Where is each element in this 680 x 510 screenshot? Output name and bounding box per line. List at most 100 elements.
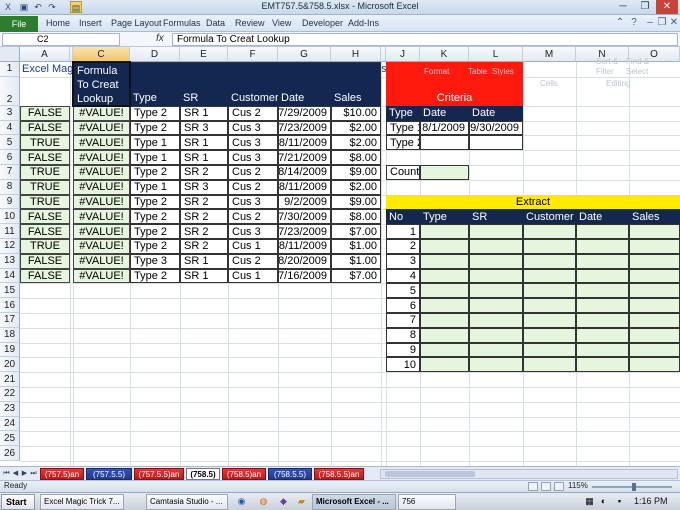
row-header-13[interactable]: 13	[0, 253, 20, 269]
column-header-d[interactable]: D	[130, 47, 180, 62]
normal-view-icon[interactable]	[528, 482, 538, 491]
tab-page-layout[interactable]: Page Layout	[111, 18, 162, 28]
cell-customer[interactable]: Cus 2	[228, 105, 278, 121]
extract-cell[interactable]	[629, 327, 680, 343]
tab-view[interactable]: View	[272, 18, 291, 28]
extract-title[interactable]: Extract	[386, 194, 680, 210]
cell-type[interactable]: Type 1	[130, 150, 180, 165]
cell-sales[interactable]: $10.00	[331, 105, 381, 121]
criteria-header-1[interactable]: Date	[420, 105, 469, 121]
column-header-e[interactable]: E	[180, 47, 228, 62]
extract-cell[interactable]	[523, 327, 576, 343]
table-header-date[interactable]: Date	[278, 76, 331, 106]
extract-cell[interactable]	[420, 239, 469, 254]
row-header-10[interactable]: 10	[0, 209, 20, 225]
cell-helper[interactable]: #VALUE!	[73, 224, 130, 239]
horizontal-scrollbar[interactable]	[380, 469, 678, 479]
extract-cell[interactable]	[469, 283, 523, 299]
cell-type[interactable]: Type 1	[130, 135, 180, 151]
task-excel[interactable]: Microsoft Excel - ...	[312, 494, 396, 510]
worksheet-grid[interactable]: A C D E F G H J K L M N O 1 2 3 4 5 6 7 8 9 10 11 12 13 14 15 16 17 18…	[0, 47, 680, 466]
zoom-level[interactable]: 115%	[568, 481, 588, 490]
next-sheet-icon[interactable]: ▶	[20, 469, 29, 479]
extract-header-type[interactable]: Type	[420, 209, 469, 225]
row-header-6[interactable]: 6	[0, 150, 20, 165]
row-header-1[interactable]: 1	[0, 62, 20, 77]
start-button[interactable]: Start	[1, 494, 35, 510]
cell-flag[interactable]: TRUE	[20, 239, 70, 254]
row-header-17[interactable]: 17	[0, 313, 20, 328]
cell-date[interactable]: 8/11/2009	[278, 135, 331, 151]
row-header-5[interactable]: 5	[0, 135, 20, 151]
cell-type[interactable]: Type 2	[130, 224, 180, 239]
row-header-18[interactable]: 18	[0, 327, 20, 343]
row-header-3[interactable]: 3	[0, 105, 20, 121]
cell-helper[interactable]: #VALUE!	[73, 209, 130, 225]
cell-date[interactable]: 7/23/2009	[278, 120, 331, 136]
extract-cell[interactable]	[576, 342, 629, 358]
extract-row-number[interactable]: 7	[386, 313, 420, 328]
row-header-4[interactable]: 4	[0, 120, 20, 136]
cell-helper[interactable]: #VALUE!	[73, 105, 130, 121]
criteria-type-2[interactable]: Type 2	[386, 135, 420, 151]
cell-flag[interactable]: TRUE	[20, 135, 70, 151]
file-tab[interactable]: File	[0, 16, 38, 32]
cell-date[interactable]: 7/30/2009	[278, 209, 331, 225]
cell-helper[interactable]: #VALUE!	[73, 120, 130, 136]
sheet-tab[interactable]: (758.5)an	[222, 468, 266, 480]
cell-sales[interactable]: $2.00	[331, 120, 381, 136]
extract-cell[interactable]	[420, 313, 469, 328]
row-header-16[interactable]: 16	[0, 298, 20, 313]
workbook-close-icon[interactable]: ✕	[668, 17, 680, 29]
sheet-tab[interactable]: (757.5)an	[40, 468, 84, 480]
cell-sales[interactable]: $9.00	[331, 194, 381, 210]
column-header-h[interactable]: H	[331, 47, 381, 62]
row-header-14[interactable]: 14	[0, 268, 20, 284]
extract-cell[interactable]	[469, 239, 523, 254]
cell-flag[interactable]: FALSE	[20, 224, 70, 239]
cell-sr[interactable]: SR 3	[180, 179, 228, 195]
cell-flag[interactable]: TRUE	[20, 194, 70, 210]
cell-sales[interactable]: $1.00	[331, 239, 381, 254]
cell-date[interactable]: 7/16/2009	[278, 268, 331, 284]
cell-type[interactable]: Type 2	[130, 194, 180, 210]
prev-sheet-icon[interactable]: ◀	[11, 469, 20, 479]
extract-cell[interactable]	[420, 268, 469, 284]
column-header-a[interactable]: A	[20, 47, 70, 62]
extract-cell[interactable]	[576, 224, 629, 239]
page-layout-view-icon[interactable]	[541, 482, 551, 491]
browser-icon[interactable]: ◉	[236, 496, 247, 507]
row-header-8[interactable]: 8	[0, 179, 20, 195]
extract-cell[interactable]	[420, 357, 469, 373]
sheet-tab[interactable]: (757.5.5)	[86, 468, 132, 480]
cell-customer[interactable]: Cus 3	[228, 194, 278, 210]
extract-header-date[interactable]: Date	[576, 209, 629, 225]
cell-sales[interactable]: $1.00	[331, 253, 381, 269]
extract-cell[interactable]	[576, 239, 629, 254]
table-header-customer[interactable]: Customer	[228, 76, 278, 106]
tab-data[interactable]: Data	[206, 18, 225, 28]
extract-cell[interactable]	[576, 313, 629, 328]
cell-flag[interactable]: FALSE	[20, 268, 70, 284]
criteria-header-0[interactable]: Type	[386, 105, 420, 121]
cell-sr[interactable]: SR 2	[180, 224, 228, 239]
cell-customer[interactable]: Cus 2	[228, 179, 278, 195]
cell-flag[interactable]: FALSE	[20, 253, 70, 269]
cell-sales[interactable]: $8.00	[331, 150, 381, 165]
extract-cell[interactable]	[420, 253, 469, 269]
cell-helper[interactable]: #VALUE!	[73, 135, 130, 151]
column-header-f[interactable]: F	[228, 47, 278, 62]
cell-helper[interactable]: #VALUE!	[73, 239, 130, 254]
tab-add-ins[interactable]: Add-Ins	[348, 18, 379, 28]
cell-helper[interactable]: #VALUE!	[73, 194, 130, 210]
row-header-23[interactable]: 23	[0, 401, 20, 417]
criteria-date-start-2[interactable]	[420, 135, 469, 151]
cell-customer[interactable]: Cus 3	[228, 224, 278, 239]
scroll-thumb[interactable]	[385, 471, 475, 477]
name-box[interactable]: C2	[2, 33, 120, 46]
extract-row-number[interactable]: 8	[386, 327, 420, 343]
cell-date[interactable]: 7/21/2009	[278, 150, 331, 165]
row-header-2[interactable]: 2	[0, 76, 20, 106]
cell-customer[interactable]: Cus 3	[228, 135, 278, 151]
task-camtasia[interactable]: Camtasia Studio - ...	[146, 494, 228, 510]
